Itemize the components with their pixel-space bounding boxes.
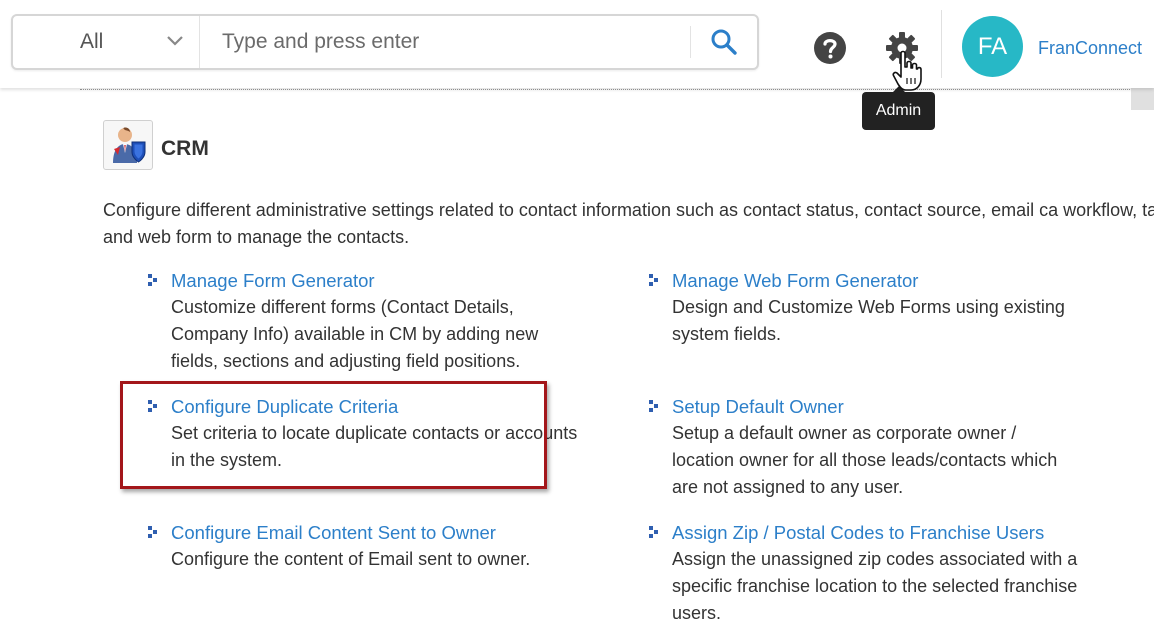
global-search-bar: All	[11, 14, 759, 70]
link-description: Setup a default owner as corporate owner…	[672, 423, 1058, 497]
setup-default-owner-link[interactable]: Setup Default Owner	[672, 393, 1092, 420]
search-button[interactable]	[691, 16, 757, 68]
link-description: Configure the content of Email sent to o…	[171, 549, 531, 569]
search-scope-dropdown[interactable]: All	[13, 16, 200, 68]
avatar[interactable]: FA	[962, 16, 1023, 77]
header-divider	[941, 10, 942, 78]
chevron-down-icon	[167, 36, 183, 46]
bullet-icon	[649, 526, 658, 538]
list-item-configure-duplicate-criteria: Configure Duplicate Criteria Set criteri…	[148, 393, 591, 474]
right-panel-edge	[1131, 88, 1154, 110]
list-item-manage-web-form-generator: Manage Web Form Generator Design and Cus…	[649, 267, 1092, 348]
crm-module-icon	[103, 120, 153, 170]
avatar-initials: FA	[977, 32, 1008, 60]
list-item-configure-email-content: Configure Email Content Sent to Owner Co…	[148, 519, 591, 573]
top-header: All Type and press enter FA FranConnect	[0, 0, 1154, 88]
configure-duplicate-criteria-link[interactable]: Configure Duplicate Criteria	[171, 393, 591, 420]
list-item-setup-default-owner: Setup Default Owner Setup a default owne…	[649, 393, 1092, 501]
bullet-icon	[148, 526, 157, 538]
list-item-manage-form-generator: Manage Form Generator Customize differen…	[148, 267, 591, 375]
module-description: Configure different administrative setti…	[103, 200, 1154, 247]
manage-web-form-generator-link[interactable]: Manage Web Form Generator	[672, 267, 1092, 294]
link-description: Customize different forms (Contact Detai…	[171, 297, 539, 371]
help-circle-icon[interactable]	[813, 31, 847, 65]
header-dotted-rule	[80, 89, 1154, 90]
list-item-assign-zip-codes: Assign Zip / Postal Codes to Franchise U…	[649, 519, 1092, 627]
assign-zip-codes-link[interactable]: Assign Zip / Postal Codes to Franchise U…	[672, 519, 1092, 546]
link-description: Design and Customize Web Forms using exi…	[672, 297, 1065, 344]
tooltip-text: Admin	[875, 102, 922, 119]
configure-email-content-link[interactable]: Configure Email Content Sent to Owner	[171, 519, 591, 546]
search-input[interactable]	[200, 16, 690, 68]
page-title: CRM	[161, 137, 209, 160]
manage-form-generator-link[interactable]: Manage Form Generator	[171, 267, 591, 294]
user-name-link[interactable]: FranConnect	[1038, 38, 1142, 59]
bullet-icon	[649, 400, 658, 412]
link-description: Assign the unassigned zip codes associat…	[672, 549, 1078, 623]
link-description: Set criteria to locate duplicate contact…	[171, 423, 578, 470]
bullet-icon	[649, 274, 658, 286]
search-icon	[711, 29, 737, 55]
settings-tooltip: Admin	[862, 86, 935, 130]
bullet-icon	[148, 400, 157, 412]
crm-person-shield-icon	[113, 127, 146, 163]
hand-pointer-cursor-icon	[892, 50, 922, 91]
search-scope-value: All	[80, 30, 104, 53]
bullet-icon	[148, 274, 157, 286]
